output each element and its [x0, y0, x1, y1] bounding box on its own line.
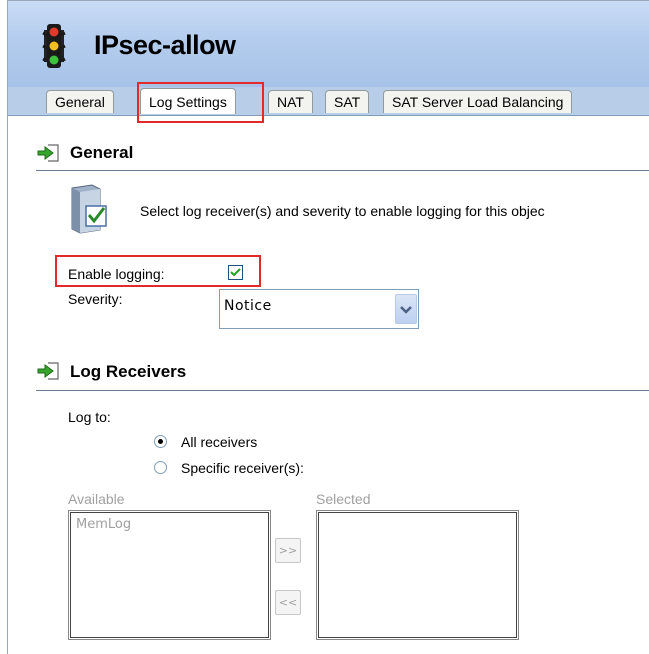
- section-arrow-icon: [37, 362, 59, 380]
- properties-window: IPsec-allow General Log Settings NAT SAT…: [7, 0, 649, 654]
- tab-nat[interactable]: NAT: [268, 90, 313, 113]
- tab-general[interactable]: General: [46, 90, 114, 113]
- traffic-light-icon: [42, 24, 66, 68]
- list-item[interactable]: MemLog: [76, 517, 131, 532]
- remove-receiver-button[interactable]: <<: [275, 590, 301, 615]
- log-receivers-divider: [36, 390, 649, 391]
- window-title: IPsec-allow: [94, 30, 236, 60]
- log-to-label: Log to:: [68, 409, 111, 425]
- specific-receivers-radio[interactable]: [154, 461, 167, 474]
- tab-sat[interactable]: SAT: [325, 90, 370, 113]
- log-settings-tab-highlight: [137, 82, 264, 123]
- tab-bar: General Log Settings NAT SAT SAT Server …: [8, 87, 649, 116]
- tab-sat-server-load-balancing[interactable]: SAT Server Load Balancing: [383, 90, 573, 113]
- selected-label: Selected: [316, 491, 371, 507]
- title-bar: IPsec-allow: [8, 1, 649, 87]
- available-list[interactable]: MemLog: [68, 510, 271, 640]
- specific-receivers-label: Specific receiver(s):: [181, 460, 304, 476]
- general-divider: [36, 170, 649, 171]
- general-section-heading: General: [70, 143, 134, 162]
- section-arrow-icon: [37, 144, 59, 162]
- severity-label: Severity:: [68, 291, 123, 307]
- all-receivers-label: All receivers: [181, 434, 258, 450]
- add-receiver-button[interactable]: >>: [275, 538, 301, 563]
- log-receivers-section-heading: Log Receivers: [70, 362, 187, 381]
- server-check-icon: [71, 184, 107, 234]
- selected-list[interactable]: [316, 510, 519, 640]
- severity-select[interactable]: Notice: [219, 289, 419, 329]
- chevron-down-icon: [400, 306, 412, 314]
- enable-logging-highlight: [55, 255, 261, 287]
- info-text: Select log receiver(s) and severity to e…: [140, 203, 545, 219]
- all-receivers-radio[interactable]: [154, 435, 167, 448]
- available-label: Available: [68, 491, 125, 507]
- severity-dropdown-button[interactable]: [395, 294, 417, 324]
- severity-value: Notice: [224, 298, 272, 314]
